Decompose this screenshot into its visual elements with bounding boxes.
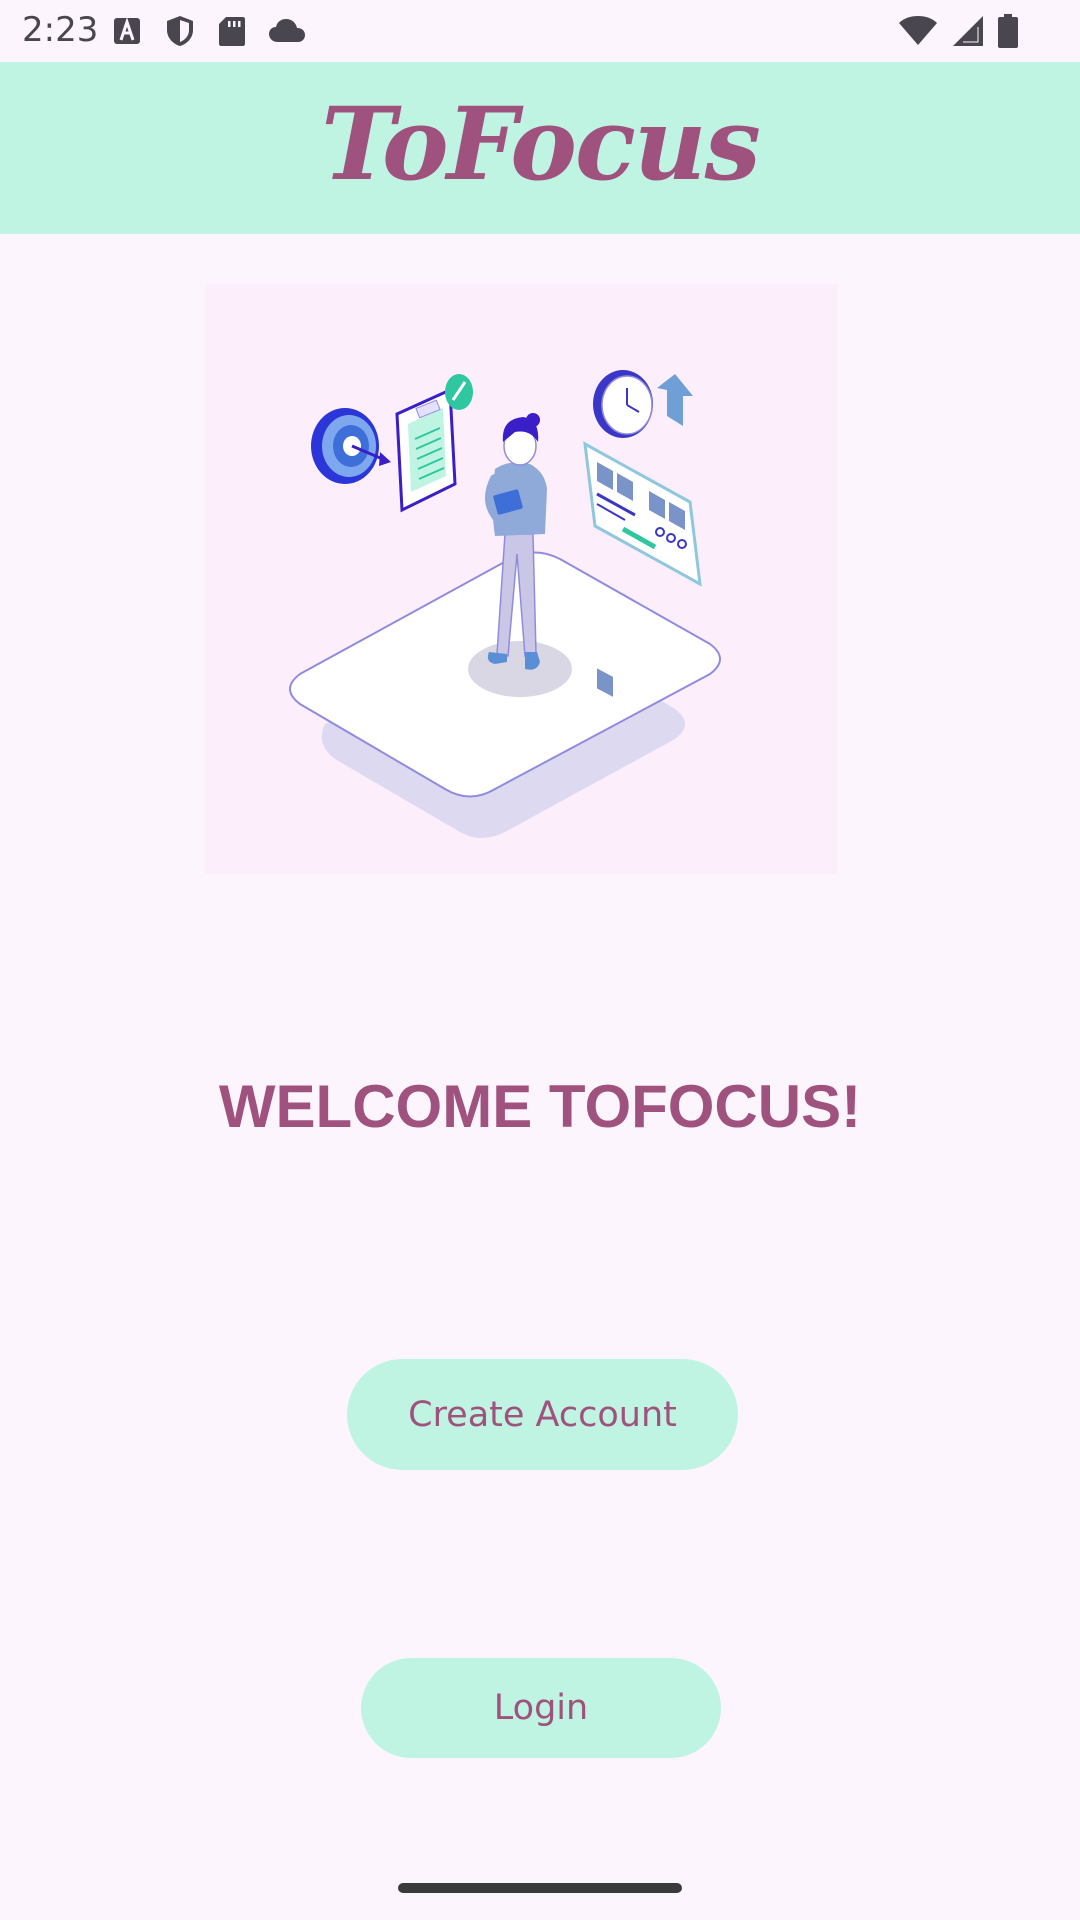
welcome-heading: WELCOME TOFOCUS! [218,1073,862,1140]
cloud-icon [268,18,306,44]
gesture-nav-handle[interactable] [398,1883,682,1893]
focus-person-illustration [289,370,721,838]
status-bar: 2:23 [0,0,1080,62]
cellular-signal-icon [952,15,984,47]
wifi-icon [898,15,938,47]
status-right-icons [898,14,1018,48]
create-account-button[interactable]: Create Account [347,1359,738,1470]
status-left-icons [112,14,306,48]
status-time: 2:23 [22,10,99,50]
sd-card-icon [218,15,246,47]
shield-icon [164,14,196,48]
font-a-icon [112,16,142,46]
app-title: ToFocus [321,85,761,203]
battery-icon [998,14,1018,48]
app-bar: ToFocus [0,62,1080,234]
welcome-screen: 2:23 ToFocus WELCOME TOFOCUS! Create Acc… [0,0,1080,1920]
login-button[interactable]: Login [361,1658,721,1758]
hero-illustration [205,284,837,874]
